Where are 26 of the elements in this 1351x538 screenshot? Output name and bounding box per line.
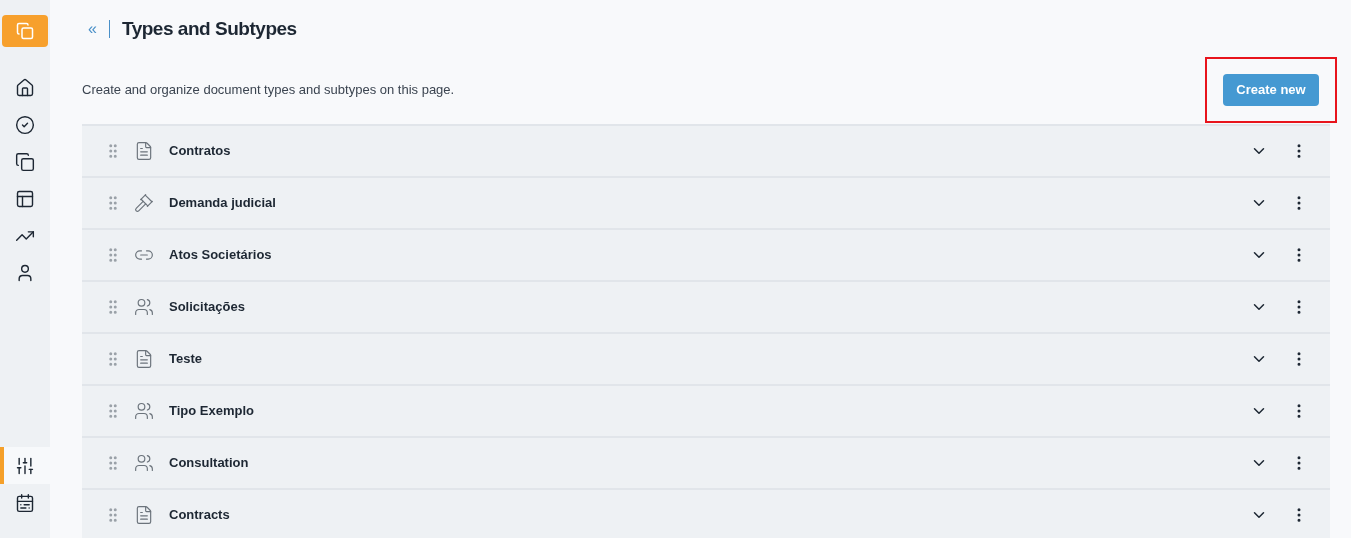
type-row[interactable]: Tipo Exemplo (82, 384, 1330, 436)
type-row[interactable]: Demanda judicial (82, 176, 1330, 228)
people-icon (134, 297, 154, 317)
type-name: Demanda judicial (169, 194, 276, 213)
type-row[interactable]: Teste (82, 332, 1330, 384)
page-title: Types and Subtypes (121, 16, 297, 41)
document-icon (134, 349, 154, 369)
type-name: Contracts (169, 506, 230, 525)
type-name: Consultation (169, 454, 249, 473)
type-name: Atos Societários (169, 246, 272, 265)
sliders-nav-icon[interactable] (0, 447, 50, 484)
type-row[interactable]: Solicitações (82, 280, 1330, 332)
type-row[interactable]: Contratos (82, 124, 1330, 176)
document-icon (134, 505, 154, 525)
people-icon (134, 401, 154, 421)
gavel-icon (134, 193, 154, 213)
type-row[interactable]: Atos Societários (82, 228, 1330, 280)
page-description: Create and organize document types and subtypes on this page. (82, 81, 455, 100)
people-icon (134, 453, 154, 473)
type-name: Tipo Exemplo (169, 402, 254, 421)
type-name: Solicitações (169, 298, 245, 317)
type-row[interactable]: Consultation (82, 436, 1330, 488)
document-icon (134, 141, 154, 161)
type-name: Contratos (169, 142, 231, 161)
type-row[interactable]: Contracts (82, 488, 1330, 538)
type-name: Teste (169, 350, 202, 369)
